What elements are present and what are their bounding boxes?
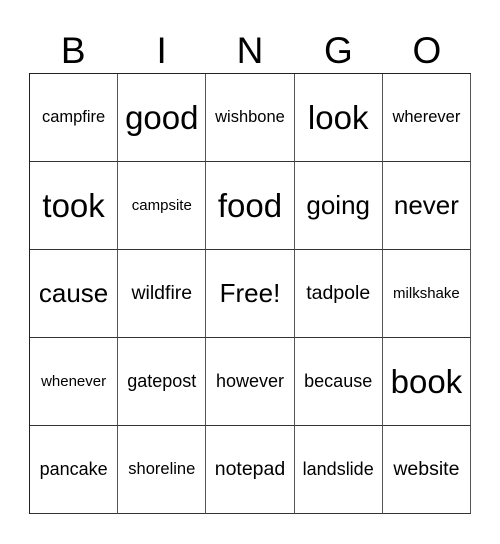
bingo-cell: look [294, 74, 383, 162]
bingo-cell: whenever [30, 338, 119, 426]
bingo-cell: however [206, 338, 295, 426]
bingo-cell: landslide [294, 426, 383, 514]
header-letter-g: G [324, 30, 353, 71]
header-letter-o: O [412, 30, 442, 71]
bingo-cell: campfire [30, 74, 119, 162]
bingo-cell: took [30, 162, 119, 250]
bingo-cell: never [382, 162, 471, 250]
bingo-cell: good [118, 74, 207, 162]
bingo-cell: notepad [206, 426, 295, 514]
bingo-cell: website [382, 426, 471, 514]
bingo-cell: cause [30, 250, 119, 338]
bingo-cell: campsite [118, 162, 207, 250]
bingo-cell: milkshake [382, 250, 471, 338]
bingo-cell: wherever [382, 74, 471, 162]
bingo-cell: food [206, 162, 295, 250]
header-letter-n: N [236, 30, 264, 71]
bingo-header: B I N G O [29, 30, 471, 72]
header-letter-i: I [156, 30, 167, 71]
bingo-cell: wishbone [206, 74, 295, 162]
bingo-cell: shoreline [118, 426, 207, 514]
bingo-grid: campfire good wishbone look wherever took camp… [29, 73, 471, 514]
free-space-cell: Free! [206, 250, 295, 338]
header-letter-b: B [60, 30, 86, 71]
bingo-cell: pancake [30, 426, 119, 514]
bingo-cell: book [382, 338, 471, 426]
bingo-cell: going [294, 162, 383, 250]
bingo-cell: tadpole [294, 250, 383, 338]
bingo-cell: wildfire [118, 250, 207, 338]
bingo-cell: gatepost [118, 338, 207, 426]
bingo-cell: because [294, 338, 383, 426]
